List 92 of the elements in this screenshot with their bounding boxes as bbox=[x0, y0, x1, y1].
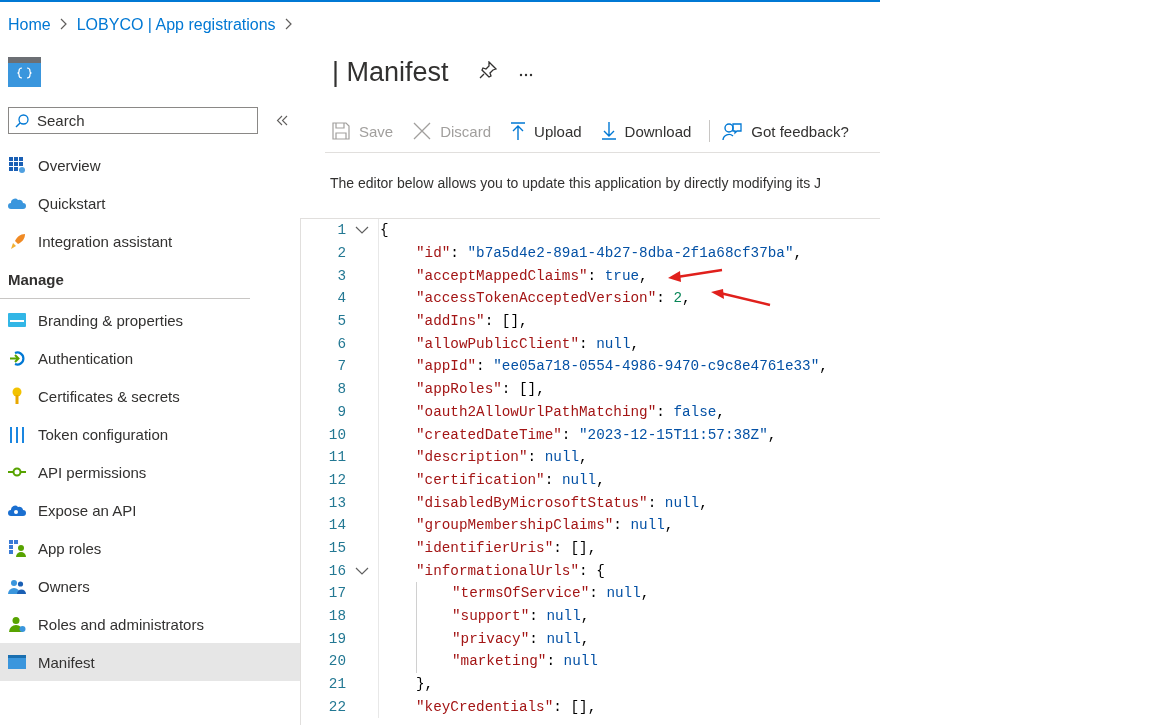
search-field[interactable]: Search bbox=[8, 107, 258, 134]
chevron-down-icon[interactable] bbox=[355, 566, 369, 575]
section-heading: Manage bbox=[8, 270, 64, 288]
code-text: "groupMembershipClaims": null, bbox=[416, 517, 674, 534]
nav-item[interactable]: Overview bbox=[0, 146, 300, 184]
line-number: 20 bbox=[327, 653, 346, 670]
chevron-down-icon[interactable] bbox=[355, 226, 369, 235]
grid-icon bbox=[9, 157, 25, 173]
line-number: 2 bbox=[336, 245, 346, 262]
line-number: 5 bbox=[336, 313, 346, 330]
code-text: "addIns": [], bbox=[416, 313, 528, 330]
rocket-icon bbox=[8, 232, 26, 250]
code-text: "id": "b7a5d4e2-89a1-4b27-8dba-2f1a68cf37ba", bbox=[416, 245, 803, 262]
pin-icon[interactable] bbox=[478, 61, 497, 79]
toolbar-button[interactable]: Upload bbox=[511, 116, 592, 146]
toolbar-button[interactable]: Got feedback? bbox=[722, 116, 859, 146]
line-number: 11 bbox=[327, 449, 346, 466]
nav-item[interactable]: Token configuration bbox=[0, 415, 300, 453]
grid-person-icon bbox=[8, 539, 26, 557]
nav-item[interactable]: Owners bbox=[0, 567, 300, 605]
bars-icon bbox=[9, 425, 25, 443]
page-title: | Manifest bbox=[332, 56, 449, 88]
search-icon bbox=[15, 114, 29, 128]
nav-item[interactable]: Roles and administrators bbox=[0, 605, 300, 643]
line-number: 10 bbox=[327, 426, 346, 443]
line-number: 17 bbox=[327, 585, 346, 602]
code-text: "oauth2AllowUrlPathMatching": false, bbox=[416, 403, 725, 420]
breadcrumb-link[interactable]: LOBYCO | App registrations bbox=[76, 16, 276, 34]
line-number: 16 bbox=[327, 562, 346, 579]
nav-item[interactable]: Branding & properties bbox=[0, 301, 300, 339]
nav-item[interactable]: Authentication bbox=[0, 339, 300, 377]
code-text: "accessTokenAcceptedVersion": 2, bbox=[416, 290, 691, 307]
manifest-icon bbox=[8, 655, 26, 669]
api-icon bbox=[8, 466, 26, 478]
code-text: "informationalUrls": { bbox=[416, 562, 605, 579]
code-text: "description": null, bbox=[416, 449, 588, 466]
line-number: 7 bbox=[336, 358, 346, 375]
cloud-icon bbox=[8, 503, 26, 517]
code-text: "allowPublicClient": null, bbox=[416, 335, 640, 352]
nav-item[interactable]: App roles bbox=[0, 529, 300, 567]
sign-in-icon bbox=[8, 349, 26, 367]
code-text: "privacy": null, bbox=[452, 630, 590, 647]
nav-item[interactable]: Quickstart bbox=[0, 184, 300, 222]
nav-item[interactable]: Integration assistant bbox=[0, 222, 300, 260]
download-icon bbox=[601, 122, 616, 140]
code-text: "termsOfService": null, bbox=[452, 585, 650, 602]
code-text: "keyCredentials": [], bbox=[416, 698, 597, 715]
code-text: "appId": "ee05a718-0554-4986-9470-c9c8e4761e33", bbox=[416, 358, 828, 375]
feedback-icon bbox=[722, 121, 743, 141]
nav-item[interactable]: API permissions bbox=[0, 453, 300, 491]
app-icon bbox=[8, 57, 41, 87]
code-text: "acceptMappedClaims": true, bbox=[416, 267, 648, 284]
code-text: "appRoles": [], bbox=[416, 381, 545, 398]
code-text: "certification": null, bbox=[416, 471, 605, 488]
line-number: 13 bbox=[327, 494, 346, 511]
chevron-right-icon bbox=[284, 18, 293, 30]
key-icon bbox=[11, 387, 23, 405]
nav-item[interactable]: Certificates & secrets bbox=[0, 377, 300, 415]
cloud-icon bbox=[8, 196, 26, 210]
line-number: 1 bbox=[336, 222, 346, 239]
line-number: 3 bbox=[336, 267, 346, 284]
more-icon[interactable] bbox=[518, 73, 533, 77]
toolbar-button[interactable]: Download bbox=[601, 116, 702, 146]
people-icon bbox=[8, 578, 26, 594]
code-text: "createdDateTime": "2023-12-15T11:57:38Z", bbox=[416, 426, 777, 443]
close-icon bbox=[413, 122, 432, 140]
line-number: 8 bbox=[336, 381, 346, 398]
nav-item[interactable]: Expose an API bbox=[0, 491, 300, 529]
code-text: "identifierUris": [], bbox=[416, 539, 597, 556]
breadcrumb-link[interactable]: Home bbox=[8, 16, 51, 34]
line-number: 15 bbox=[327, 539, 346, 556]
upload-icon bbox=[511, 122, 526, 140]
chevron-right-icon bbox=[59, 18, 68, 30]
line-number: 14 bbox=[327, 517, 346, 534]
line-number: 19 bbox=[327, 630, 346, 647]
intro-text: The editor below allows you to update this application by directly modifying its J bbox=[330, 175, 823, 191]
code-text: "disabledByMicrosoftStatus": null, bbox=[416, 494, 708, 511]
line-number: 12 bbox=[327, 471, 346, 488]
code-text: }, bbox=[416, 676, 434, 693]
line-number: 6 bbox=[336, 335, 346, 352]
code-text: "support": null, bbox=[452, 608, 590, 625]
line-number: 9 bbox=[336, 403, 346, 420]
code-text: "marketing": null bbox=[452, 653, 598, 670]
nav-item[interactable]: Manifest bbox=[0, 643, 300, 681]
line-number: 18 bbox=[327, 608, 346, 625]
line-number: 4 bbox=[336, 290, 346, 307]
code-text: { bbox=[380, 222, 389, 239]
card-icon bbox=[8, 313, 26, 327]
save-icon bbox=[332, 122, 350, 140]
line-number: 21 bbox=[327, 676, 346, 693]
person-icon bbox=[8, 615, 26, 633]
line-number: 22 bbox=[327, 698, 346, 715]
